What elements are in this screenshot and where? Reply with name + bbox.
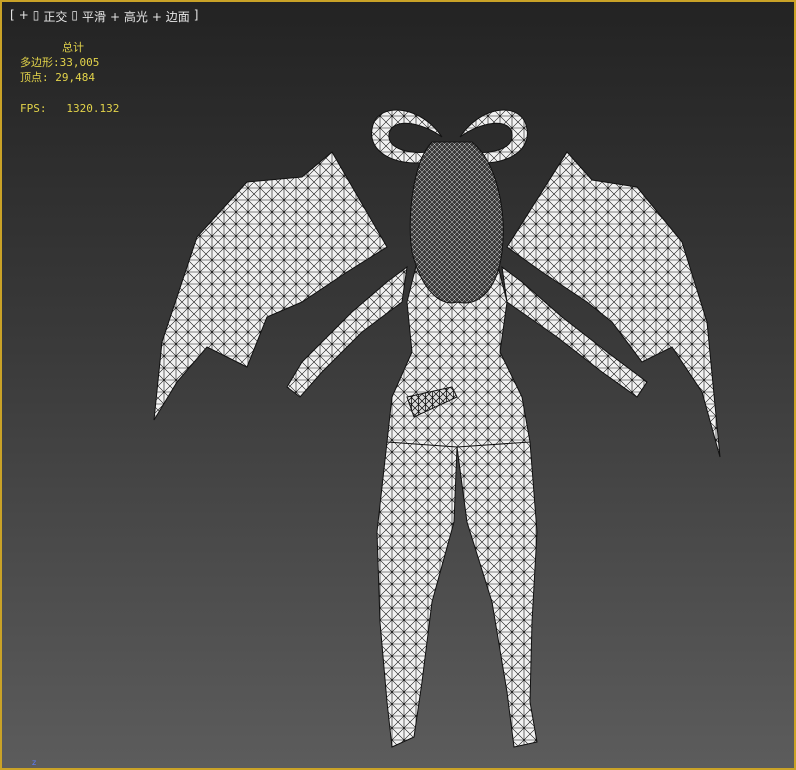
left-wing — [153, 151, 388, 421]
wireframe-demon-model[interactable] — [2, 2, 794, 768]
3d-viewport[interactable]: [ + ▯ 正交 ▯ 平滑 + 高光 + 边面 ] 总计 多边形:33,005 … — [0, 0, 796, 770]
hair — [409, 141, 504, 304]
axis-gizmo-icon: z — [32, 758, 37, 767]
right-leg — [456, 441, 538, 748]
left-leg — [376, 441, 458, 748]
